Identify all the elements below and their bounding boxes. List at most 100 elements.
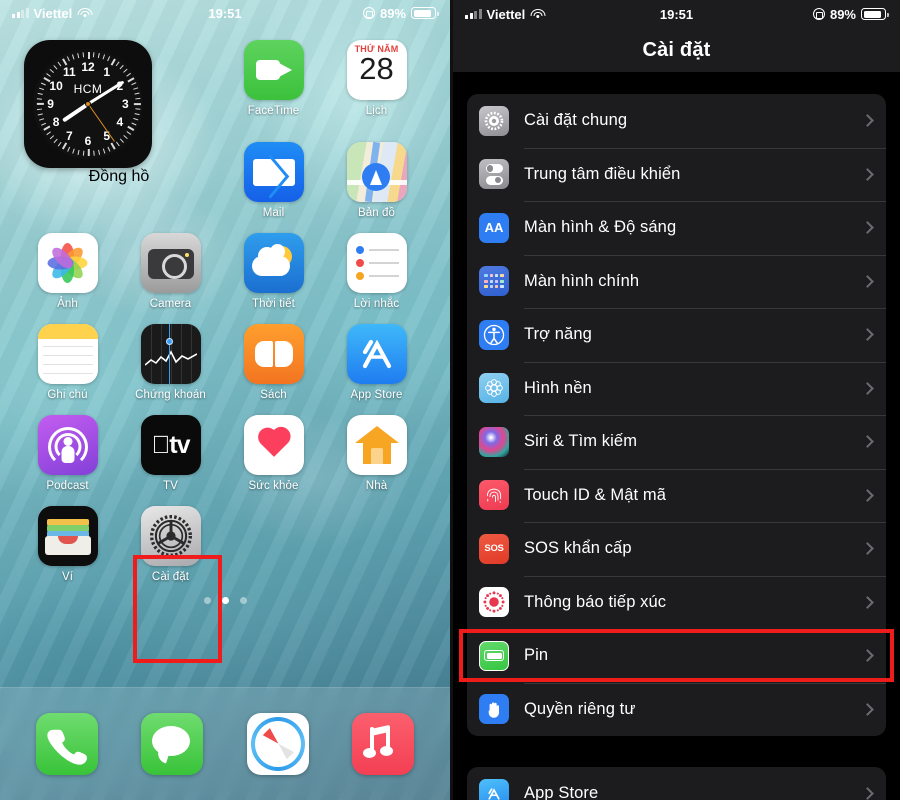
weather-icon <box>243 233 304 293</box>
chevron-right-icon <box>861 221 874 235</box>
settings-status-right: 89% <box>812 7 889 22</box>
maps-icon <box>346 142 407 202</box>
page-dot-2-active[interactable] <box>221 597 229 604</box>
app-books[interactable]: Sách <box>222 316 325 401</box>
chevron-right-icon <box>861 435 874 449</box>
app-label-camera: Camera <box>149 298 192 310</box>
app-calendar[interactable]: THỨ NĂM 28 Lịch <box>325 32 428 117</box>
app-notes[interactable]: Ghi chú <box>16 316 119 401</box>
safari-icon[interactable] <box>246 713 309 775</box>
settings-row-label: Quyền riêng tư <box>524 699 636 718</box>
clock-widget[interactable]: 12 1 2 3 4 5 6 7 8 9 10 11 HCM <box>24 40 152 168</box>
settings-row-accessibility[interactable]: Trợ năng <box>467 308 886 362</box>
settings-row-siri-search[interactable]: Siri & Tìm kiếm <box>467 415 886 469</box>
chevron-right-icon <box>861 274 874 288</box>
settings-row-display-brightness[interactable]: AA Màn hình & Độ sáng <box>467 201 886 255</box>
settings-nav-title: Cài đặt <box>453 28 900 72</box>
gear-icon <box>479 105 509 136</box>
tv-icon: tv <box>140 415 201 475</box>
phone-icon[interactable] <box>35 713 98 775</box>
settings-row-battery[interactable]: Pin <box>467 629 886 683</box>
app-facetime[interactable]: FaceTime <box>222 32 325 117</box>
battery-icon <box>861 8 889 20</box>
app-app-store[interactable]: App Store <box>325 316 428 401</box>
app-photos[interactable]: Ảnh <box>16 225 119 310</box>
app-label-notes: Ghi chú <box>47 389 88 401</box>
app-store-glyph <box>488 787 500 800</box>
settings-row-emergency-sos[interactable]: SOS SOS khẩn cấp <box>467 522 886 576</box>
battery-icon <box>411 7 439 19</box>
app-podcasts[interactable]: Podcast <box>16 407 119 492</box>
reminders-icon <box>346 233 407 293</box>
page-dot-3[interactable] <box>239 597 247 604</box>
app-mail[interactable]: Mail <box>222 134 325 219</box>
exposure-glyph <box>483 591 505 613</box>
settings-row-label: Trung tâm điều khiển <box>524 164 681 183</box>
app-label-home: Nhà <box>365 480 388 492</box>
settings-row-privacy[interactable]: Quyền riêng tư <box>467 682 886 737</box>
app-store-icon <box>346 324 407 384</box>
settings-row-label: Trợ năng <box>524 325 592 344</box>
app-health[interactable]: Sức khỏe <box>222 407 325 492</box>
settings-status-bar: Viettel 19:51 89% <box>453 0 900 28</box>
app-label-stocks: Chứng khoán <box>135 389 206 401</box>
rotation-lock-icon <box>812 8 825 20</box>
stocks-icon <box>140 324 201 384</box>
chevron-right-icon <box>861 702 874 716</box>
calendar-icon: THỨ NĂM 28 <box>346 40 407 100</box>
settings-row-label: Cài đặt chung <box>524 111 628 130</box>
settings-group-1: Cài đặt chung Trung tâm điều khiển AA Mà… <box>467 94 886 736</box>
app-label-health: Sức khỏe <box>248 480 299 492</box>
settings-row-exposure-notifications[interactable]: Thông báo tiếp xúc <box>467 575 886 630</box>
chevron-right-icon <box>861 649 874 663</box>
settings-row-general[interactable]: Cài đặt chung <box>467 94 886 148</box>
app-label-weather: Thời tiết <box>252 298 295 310</box>
settings-row-home-screen[interactable]: Màn hình chính <box>467 254 886 309</box>
page-dot-1[interactable] <box>203 597 211 604</box>
settings-row-label: Thông báo tiếp xúc <box>524 592 667 611</box>
home-dock <box>0 687 450 800</box>
app-tv[interactable]: tv TV <box>119 407 222 492</box>
display-brightness-icon: AA <box>479 212 509 243</box>
app-row-5: Podcast tv TV Sức khỏe Nhà <box>16 407 434 492</box>
settings-row-label: App Store <box>524 784 599 800</box>
settings-row-label: Màn hình chính <box>524 271 640 290</box>
app-label-maps: Bản đồ <box>357 207 396 219</box>
settings-list: Cài đặt chung Trung tâm điều khiển AA Mà… <box>453 72 900 800</box>
app-label-books: Sách <box>260 389 287 401</box>
chevron-right-icon <box>861 167 874 181</box>
privacy-hand-icon <box>479 694 509 725</box>
accessibility-icon <box>479 319 509 350</box>
messages-icon[interactable] <box>141 713 204 775</box>
battery-icon <box>479 640 509 671</box>
status-right-group: 89% <box>362 6 439 21</box>
chevron-right-icon <box>861 542 874 556</box>
chevron-right-icon <box>861 381 874 395</box>
app-reminders[interactable]: Lời nhắc <box>325 225 428 310</box>
app-label-mail: Mail <box>262 207 285 219</box>
app-home[interactable]: Nhà <box>325 407 428 492</box>
toggle-glyph-top <box>485 164 503 173</box>
app-maps[interactable]: Bản đồ <box>325 134 428 219</box>
app-settings[interactable]: Cài đặt <box>119 498 222 583</box>
settings-row-touch-id[interactable]: Touch ID & Mật mã <box>467 468 886 523</box>
iphone-home-screen: Viettel 19:51 89% 12 1 2 3 4 5 6 7 8 9 1… <box>0 0 450 800</box>
chevron-right-icon <box>861 488 874 502</box>
chevron-right-icon <box>861 114 874 128</box>
app-stocks[interactable]: Chứng khoán <box>119 316 222 401</box>
app-wallet[interactable]: Ví <box>16 498 119 583</box>
podcasts-icon <box>37 415 98 475</box>
page-indicator-dots[interactable] <box>16 597 434 604</box>
settings-row-app-store[interactable]: App Store <box>467 767 886 800</box>
settings-row-control-center[interactable]: Trung tâm điều khiển <box>467 147 886 202</box>
app-weather[interactable]: Thời tiết <box>222 225 325 310</box>
settings-row-wallpaper[interactable]: Hình nền <box>467 361 886 416</box>
accessibility-glyph <box>483 324 505 345</box>
app-row-3: Ảnh Camera Thời tiết Lời nhắc <box>16 225 434 310</box>
app-camera[interactable]: Camera <box>119 225 222 310</box>
app-store-icon <box>479 778 509 800</box>
music-icon[interactable] <box>352 713 415 775</box>
app-row-6: Ví Cài đặt <box>16 498 434 583</box>
clock-face: 12 1 2 3 4 5 6 7 8 9 10 11 HCM <box>33 49 143 159</box>
settings-gear-icon <box>140 506 201 566</box>
